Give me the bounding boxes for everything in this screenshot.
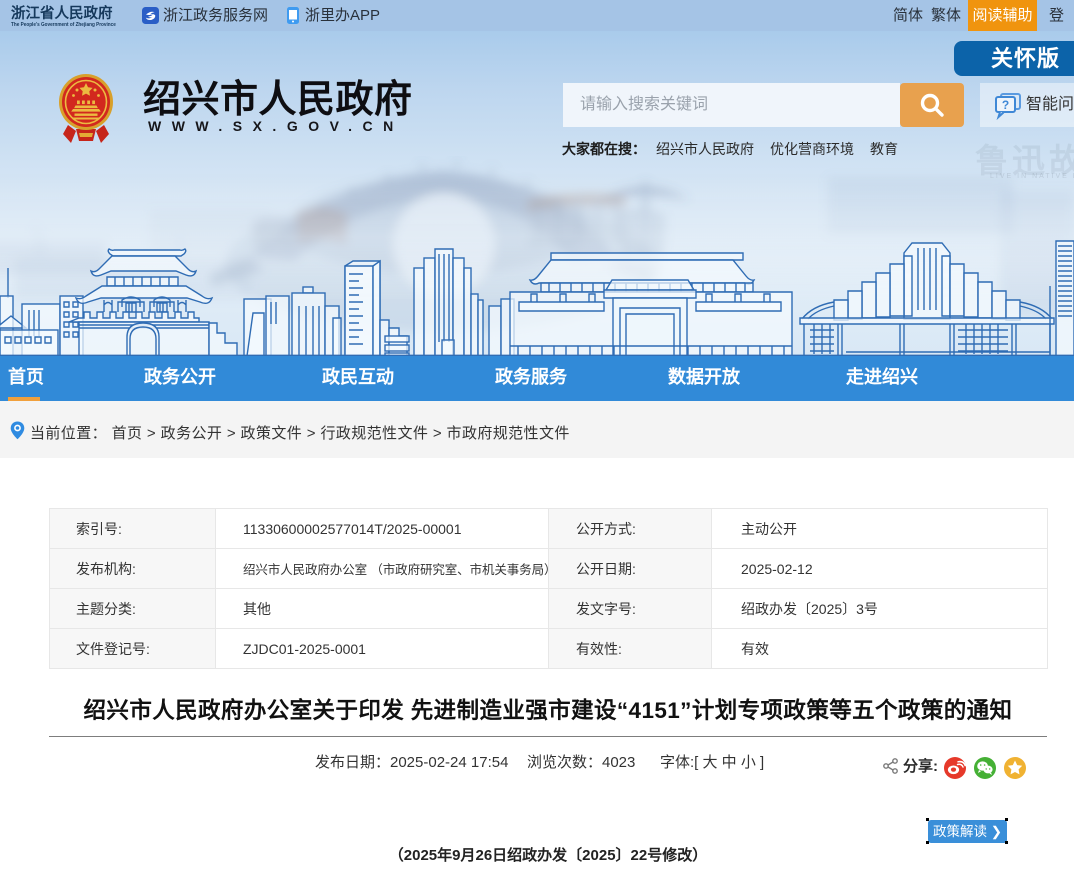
- svg-text:?: ?: [1002, 98, 1009, 112]
